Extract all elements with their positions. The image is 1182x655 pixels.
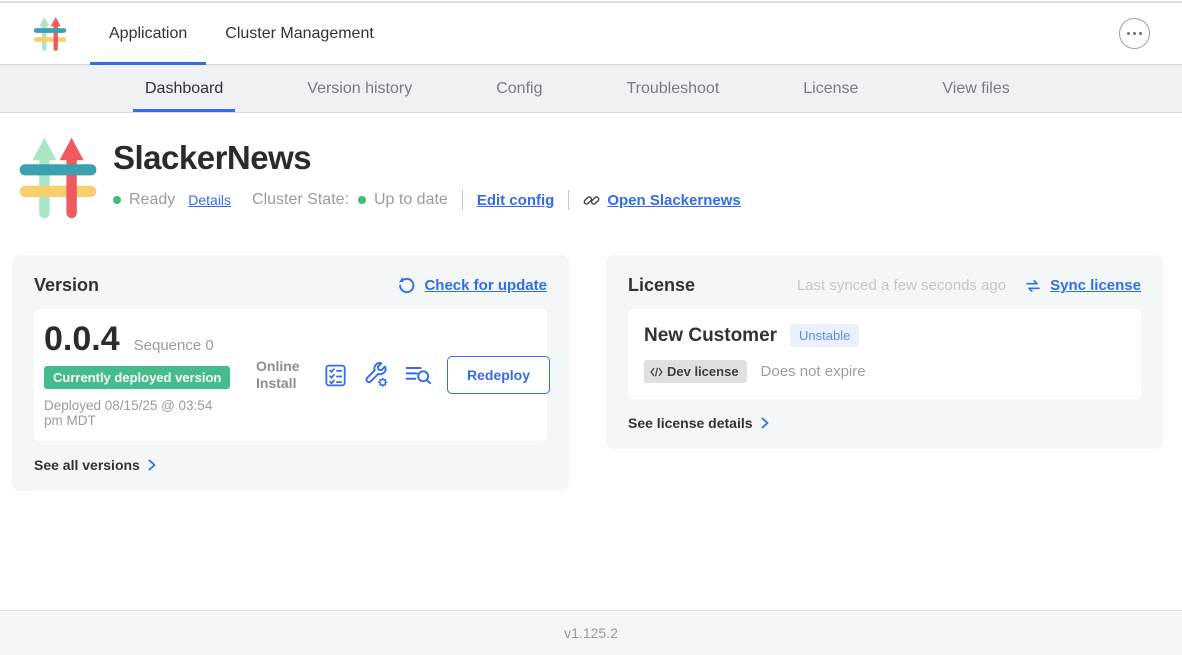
redeploy-button[interactable]: Redeploy	[447, 356, 550, 394]
sequence-label: Sequence 0	[134, 337, 214, 354]
sync-arrows-icon	[1024, 278, 1042, 294]
last-synced-label: Last synced a few seconds ago	[797, 277, 1006, 294]
deploy-logs-icon[interactable]	[404, 362, 432, 388]
tab-cluster-management[interactable]: Cluster Management	[206, 3, 393, 64]
dashboard-main: SlackerNews Ready Details Cluster State:…	[0, 113, 1182, 610]
dashboard-cards: Version Check for update 0.0.4 Sequence …	[0, 221, 1182, 491]
code-icon	[650, 367, 663, 377]
see-license-details-label: See license details	[628, 415, 753, 431]
tab-application[interactable]: Application	[90, 3, 206, 64]
tab-application-label: Application	[109, 25, 187, 43]
config-wrench-icon[interactable]	[363, 362, 389, 388]
deployed-timestamp: Deployed 08/15/25 @ 03:54 pm MDT	[44, 398, 222, 428]
install-type-label: Online Install	[256, 358, 308, 393]
license-card-title: License	[628, 275, 695, 296]
subtab-license[interactable]: License	[791, 65, 870, 112]
status-ready-dot	[113, 196, 121, 204]
status-ready-label: Ready	[129, 191, 175, 209]
version-number: 0.0.4	[44, 322, 120, 356]
sync-license-link[interactable]: Sync license	[1050, 277, 1141, 294]
chevron-right-icon	[761, 417, 769, 429]
details-link[interactable]: Details	[188, 192, 231, 208]
subtab-troubleshoot[interactable]: Troubleshoot	[614, 65, 731, 112]
preflight-checks-icon[interactable]	[323, 363, 348, 388]
current-version-box: 0.0.4 Sequence 0 Currently deployed vers…	[34, 309, 547, 441]
see-all-versions-label: See all versions	[34, 457, 140, 473]
check-for-update-link[interactable]: Check for update	[424, 277, 547, 294]
refresh-icon	[397, 276, 416, 295]
open-app-group: Open Slackernews	[583, 192, 740, 209]
license-summary-box: New Customer Unstable Dev license Does n…	[628, 309, 1141, 399]
customer-name: New Customer	[644, 325, 777, 347]
license-type-label: Dev license	[667, 364, 739, 379]
app-subnav: Dashboard Version history Config Trouble…	[0, 65, 1182, 113]
channel-badge: Unstable	[790, 324, 859, 347]
subtab-config[interactable]: Config	[484, 65, 554, 112]
divider	[568, 190, 569, 210]
app-header: SlackerNews Ready Details Cluster State:…	[0, 113, 1182, 221]
app-logo-large-icon	[18, 133, 98, 221]
top-tabs: Application Cluster Management	[90, 3, 393, 64]
license-card: License Last synced a few seconds ago Sy…	[606, 255, 1163, 449]
cluster-state-label: Cluster State:	[252, 191, 349, 209]
subtab-dashboard[interactable]: Dashboard	[133, 65, 235, 112]
chain-link-icon	[583, 192, 600, 209]
version-card-title: Version	[34, 275, 99, 296]
console-footer: v1.125.2	[0, 610, 1182, 655]
subtab-version-history[interactable]: Version history	[295, 65, 424, 112]
deployed-badge: Currently deployed version	[44, 366, 230, 389]
subtab-view-files[interactable]: View files	[930, 65, 1021, 112]
version-card: Version Check for update 0.0.4 Sequence …	[12, 255, 569, 491]
cluster-state-value: Up to date	[374, 191, 448, 209]
tab-cluster-management-label: Cluster Management	[225, 25, 374, 43]
console-version-label: v1.125.2	[564, 625, 618, 641]
see-all-versions-link[interactable]: See all versions	[34, 457, 156, 473]
ellipsis-icon	[1127, 32, 1130, 35]
license-type-badge: Dev license	[644, 360, 747, 383]
app-status-row: Ready Details Cluster State: Up to date …	[113, 190, 741, 210]
chevron-right-icon	[148, 459, 156, 471]
expiration-label: Does not expire	[761, 363, 866, 380]
overflow-menu-button[interactable]	[1119, 18, 1150, 49]
open-slackernews-link[interactable]: Open Slackernews	[607, 192, 740, 209]
edit-config-link[interactable]: Edit config	[477, 192, 555, 209]
page-title: SlackerNews	[113, 139, 741, 177]
see-license-details-link[interactable]: See license details	[628, 415, 769, 431]
app-logo-icon	[33, 15, 67, 52]
cluster-state-dot	[358, 196, 366, 204]
top-navbar: Application Cluster Management	[0, 3, 1182, 65]
divider	[462, 190, 463, 210]
